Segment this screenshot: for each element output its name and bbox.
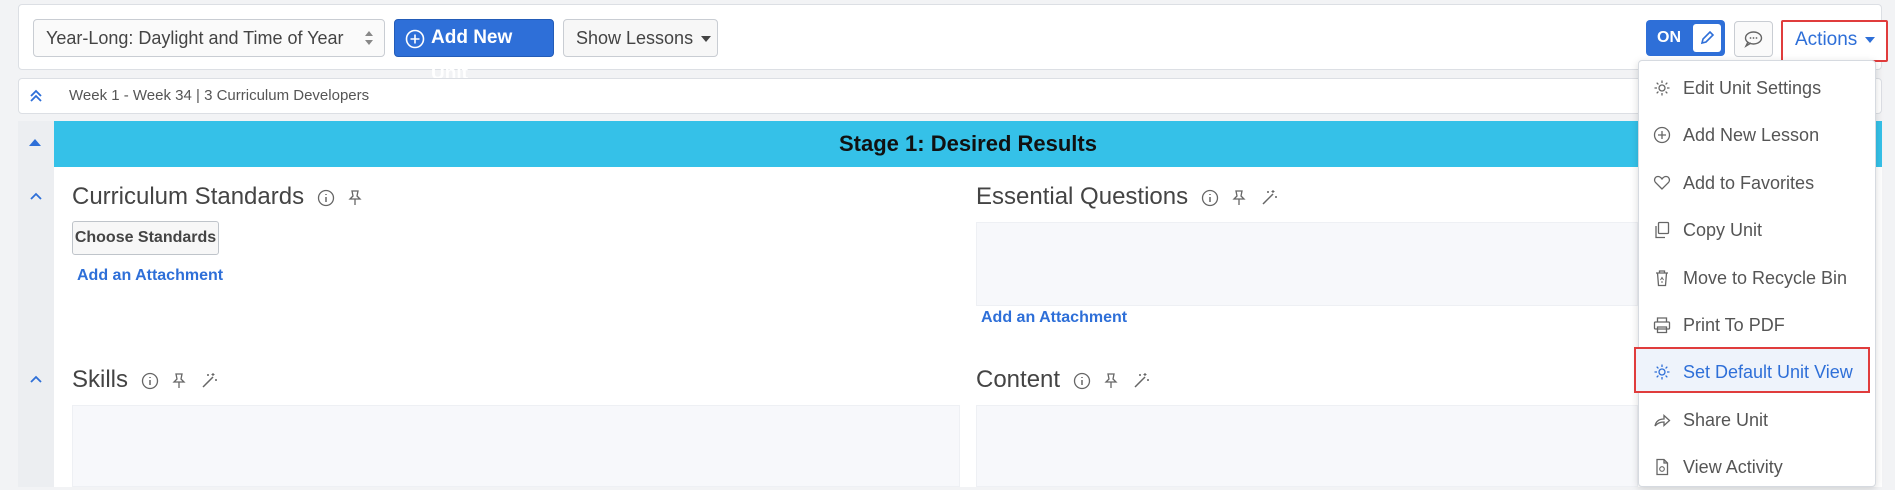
menu-item-label: Share Unit <box>1683 410 1769 430</box>
pin-icon[interactable] <box>1103 372 1119 390</box>
section-title-skills: Skills <box>72 366 218 394</box>
select-arrows-icon <box>365 31 373 45</box>
section-title-content: Content <box>976 366 1150 394</box>
menu-item-label: Set Default Unit View <box>1683 362 1853 382</box>
info-icon[interactable] <box>1073 372 1091 390</box>
share-icon <box>1654 414 1671 427</box>
menu-item-label: Add to Favorites <box>1683 173 1815 193</box>
pin-icon[interactable] <box>171 372 187 390</box>
activity-icon <box>1656 458 1669 476</box>
gear-icon <box>1654 364 1670 380</box>
section-title-text: Curriculum Standards <box>72 183 305 210</box>
menu-item-set-default-unit-view[interactable]: Set Default Unit View <box>1634 347 1870 393</box>
menu-item-move-to-recycle-bin[interactable]: Move to Recycle Bin <box>1639 255 1877 301</box>
info-icon[interactable] <box>141 372 159 390</box>
menu-item-view-activity[interactable]: View Activity <box>1639 444 1877 490</box>
skills-textarea[interactable] <box>72 405 960 487</box>
plus-circle-icon <box>1653 126 1671 144</box>
show-lessons-button[interactable]: Show Lessons <box>563 19 718 57</box>
collapse-up-icon[interactable] <box>27 87 45 105</box>
menu-item-share-unit[interactable]: Share Unit <box>1639 397 1877 443</box>
section-title-curriculum-standards: Curriculum Standards <box>72 183 363 211</box>
menu-item-edit-unit-settings[interactable]: Edit Unit Settings <box>1639 65 1877 111</box>
menu-item-label: Copy Unit <box>1683 220 1763 240</box>
section-collapse-icon[interactable] <box>28 371 44 387</box>
magic-wand-icon[interactable] <box>1132 372 1150 390</box>
copy-icon <box>1655 221 1670 239</box>
menu-item-add-to-favorites[interactable]: Add to Favorites <box>1639 160 1877 206</box>
info-icon[interactable] <box>1201 189 1219 207</box>
essential-questions-textarea[interactable] <box>976 222 1638 306</box>
info-icon[interactable] <box>317 189 335 207</box>
add-new-unit-label: Add New Unit <box>431 27 513 84</box>
stage-collapse-icon[interactable] <box>29 139 41 146</box>
actions-label: Actions <box>1795 29 1858 50</box>
unit-select-value: Year-Long: Daylight and Time of Year <box>46 28 344 48</box>
choose-standards-button[interactable]: Choose Standards <box>72 221 219 255</box>
add-attachment-link[interactable]: Add an Attachment <box>981 309 1127 327</box>
heart-icon <box>1653 175 1671 190</box>
pencil-icon <box>1693 24 1721 52</box>
pin-icon[interactable] <box>1231 189 1247 207</box>
gear-icon <box>1654 80 1670 96</box>
add-new-unit-button[interactable]: Add New Unit <box>394 19 554 84</box>
pin-icon[interactable] <box>347 189 363 207</box>
menu-item-label: Move to Recycle Bin <box>1683 268 1848 288</box>
menu-item-print-to-pdf[interactable]: Print To PDF <box>1639 302 1877 348</box>
content-textarea[interactable] <box>976 405 1638 487</box>
caret-down-icon <box>701 36 712 43</box>
section-collapse-icon[interactable] <box>28 188 44 204</box>
menu-item-label: Edit Unit Settings <box>1683 78 1822 98</box>
add-attachment-link[interactable]: Add an Attachment <box>77 267 223 285</box>
section-title-text: Essential Questions <box>976 183 1189 210</box>
recycle-bin-icon <box>1656 270 1668 287</box>
menu-item-label: Print To PDF <box>1683 315 1785 335</box>
edit-mode-toggle[interactable]: ON <box>1646 20 1725 56</box>
comment-icon <box>1744 31 1763 48</box>
magic-wand-icon[interactable] <box>1260 189 1278 207</box>
magic-wand-icon[interactable] <box>200 372 218 390</box>
menu-item-label: Add New Lesson <box>1683 125 1820 145</box>
section-title-text: Content <box>976 366 1061 393</box>
unit-toolbar: Year-Long: Daylight and Time of Year Add… <box>18 4 1888 84</box>
stage-title: Stage 1: Desired Results <box>54 121 1882 167</box>
menu-item-label: View Activity <box>1683 457 1783 477</box>
show-lessons-label: Show Lessons <box>576 28 694 48</box>
toggle-label: ON <box>1657 29 1681 46</box>
section-title-text: Skills <box>72 366 129 393</box>
menu-item-add-new-lesson[interactable]: Add New Lesson <box>1639 112 1877 158</box>
section-title-essential-questions: Essential Questions <box>976 183 1278 211</box>
actions-menu: Edit Unit Settings Add New Lesson Add to… <box>1634 60 1877 490</box>
caret-down-icon <box>1865 36 1876 43</box>
actions-button[interactable]: Actions <box>1781 20 1888 62</box>
plus-circle-icon <box>405 29 425 49</box>
menu-item-copy-unit[interactable]: Copy Unit <box>1639 207 1877 253</box>
unit-info-text: Week 1 - Week 34 | 3 Curriculum Develope… <box>69 87 370 104</box>
unit-info-bar: Week 1 - Week 34 | 3 Curriculum Develope… <box>18 78 1882 114</box>
stage-gutter <box>18 121 54 487</box>
unit-select[interactable]: Year-Long: Daylight and Time of Year <box>33 19 385 57</box>
comment-button[interactable] <box>1734 21 1773 57</box>
printer-icon <box>1653 317 1671 334</box>
